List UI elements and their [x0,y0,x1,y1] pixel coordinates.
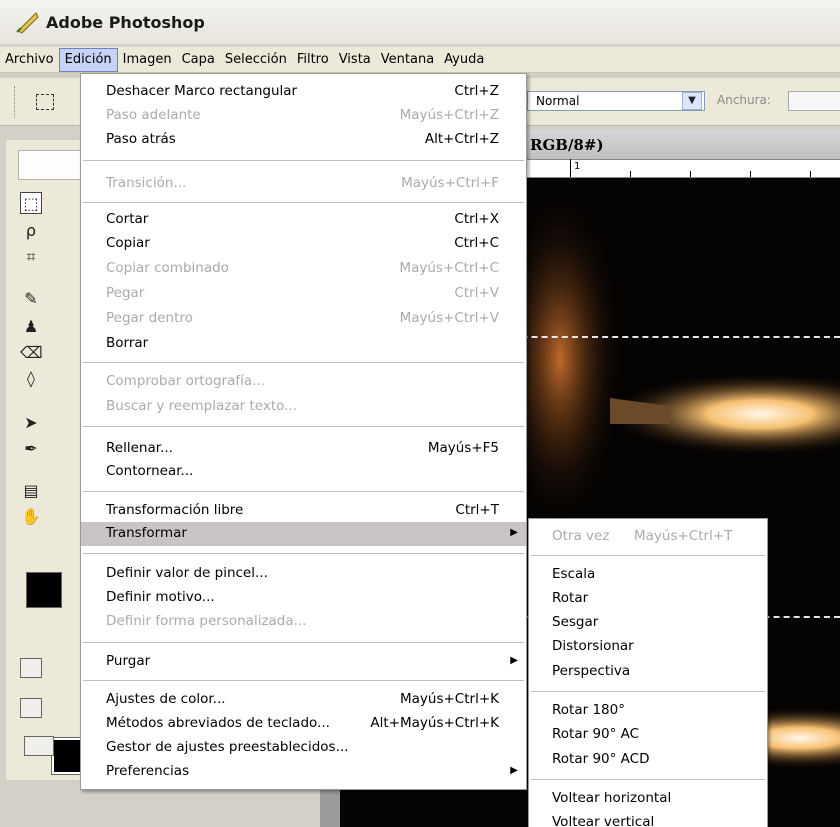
menu-bar: Archivo Edición Imagen Capa Selección Fi… [0,47,840,73]
submenu-arrow-icon: ▶ [510,527,518,538]
submenu-item-distort[interactable]: Distorsionar [529,635,767,659]
lasso-tool-icon[interactable]: ρ [20,220,42,242]
blur-tool-icon[interactable]: ◊ [20,368,42,390]
menu-item-find-replace[interactable]: Buscar y reemplazar texto... [81,395,526,419]
width-input[interactable] [788,91,840,111]
menu-ayuda[interactable]: Ayuda [439,48,489,72]
chevron-down-icon[interactable]: ▼ [682,92,702,110]
menu-item-purge[interactable]: Purgar ▶ [81,650,526,674]
title-bar: Adobe Photoshop [0,0,840,44]
screen-mode-icon[interactable] [20,698,42,718]
menu-vista[interactable]: Vista [334,48,376,72]
menu-item-fade[interactable]: Transición... Mayús+Ctrl+F [81,172,526,196]
menu-item-paste-into[interactable]: Pegar dentro Mayús+Ctrl+V [81,307,526,331]
hand-tool-icon[interactable]: ✋ [20,506,42,528]
standard-mode-icon[interactable] [20,658,42,678]
app-title: Adobe Photoshop [46,12,205,32]
menu-separator [83,642,524,644]
menu-item-color-settings[interactable]: Ajustes de color... Mayús+Ctrl+K [81,688,526,712]
menu-capa[interactable]: Capa [177,48,220,72]
options-bar-grip[interactable] [14,86,17,118]
menu-separator [83,160,524,162]
submenu-arrow-icon: ▶ [510,765,518,776]
submenu-arrow-icon: ▶ [510,655,518,666]
edit-menu-dropdown: Deshacer Marco rectangular Ctrl+Z Paso ad… [80,73,527,790]
menu-item-preset-manager[interactable]: Gestor de ajustes preestablecidos... [81,736,526,760]
submenu-item-flip-vertical[interactable]: Voltear vertical [529,811,767,827]
menu-item-clear[interactable]: Borrar [81,332,526,356]
submenu-item-skew[interactable]: Sesgar [529,611,767,635]
crop-tool-icon[interactable]: ⌗ [20,246,42,268]
path-selection-icon[interactable]: ➤ [20,412,42,434]
submenu-item-again[interactable]: Otra vez Mayús+Ctrl+T [529,525,767,549]
jump-to-imageready-icon[interactable] [24,736,54,756]
menu-item-undo[interactable]: Deshacer Marco rectangular Ctrl+Z [81,80,526,104]
menu-item-transform[interactable]: Transformar ▶ [81,522,526,546]
submenu-item-rotate-90-ccw[interactable]: Rotar 90° ACD [529,748,767,772]
menu-item-preferences[interactable]: Preferencias ▶ [81,760,526,784]
submenu-item-flip-horizontal[interactable]: Voltear horizontal [529,787,767,811]
marquee-tool-icon[interactable]: ⬚ [20,192,42,214]
menu-separator [83,362,524,364]
menu-separator [83,202,524,204]
menu-separator [531,779,765,781]
clone-stamp-icon[interactable]: ♟ [20,316,42,338]
menu-item-keyboard-shortcuts[interactable]: Métodos abreviados de teclado... Alt+Mayú… [81,712,526,736]
menu-separator [83,553,524,555]
style-select[interactable]: Normal [527,91,705,111]
menu-item-fill[interactable]: Rellenar... Mayús+F5 [81,437,526,461]
notes-tool-icon[interactable]: ▤ [20,480,42,502]
submenu-item-scale[interactable]: Escala [529,563,767,587]
rectangular-marquee-icon[interactable] [36,94,54,110]
menu-separator [83,680,524,682]
submenu-item-perspective[interactable]: Perspectiva [529,660,767,684]
menu-item-step-forward[interactable]: Paso adelante Mayús+Ctrl+Z [81,104,526,128]
menu-item-free-transform[interactable]: Transformación libre Ctrl+T [81,499,526,523]
healing-brush-icon[interactable]: ✎ [20,288,42,310]
menu-separator [83,426,524,428]
menu-item-define-custom-shape[interactable]: Definir forma personalizada... [81,610,526,634]
menu-item-define-brush[interactable]: Definir valor de pincel... [81,562,526,586]
menu-separator [531,691,765,693]
menu-item-cut[interactable]: Cortar Ctrl+X [81,208,526,232]
pen-tool-icon[interactable]: ✒ [20,438,42,460]
submenu-item-rotate[interactable]: Rotar [529,587,767,611]
menu-edicion[interactable]: Edición [58,47,118,72]
foreground-color-swatch[interactable] [26,572,62,608]
menu-item-check-spelling[interactable]: Comprobar ortografía... [81,370,526,394]
menu-archivo[interactable]: Archivo [0,48,59,72]
menu-seleccion[interactable]: Selección [220,48,292,72]
menu-item-copy-merged[interactable]: Copiar combinado Mayús+Ctrl+C [81,257,526,281]
ruler-label: 1 [574,161,581,172]
transform-submenu: Otra vez Mayús+Ctrl+T Escala Rotar Sesgar… [528,518,768,827]
menu-item-stroke[interactable]: Contornear... [81,460,526,484]
submenu-item-rotate-180[interactable]: Rotar 180° [529,699,767,723]
menu-item-paste[interactable]: Pegar Ctrl+V [81,282,526,306]
menu-item-step-backward[interactable]: Paso atrás Alt+Ctrl+Z [81,128,526,152]
menu-imagen[interactable]: Imagen [118,48,177,72]
menu-separator [531,555,765,557]
eraser-tool-icon[interactable]: ⌫ [20,342,43,364]
menu-separator [83,491,524,493]
menu-item-copy[interactable]: Copiar Ctrl+C [81,232,526,256]
submenu-item-rotate-90-cw[interactable]: Rotar 90° AC [529,723,767,747]
photoshop-feather-icon [16,12,39,34]
width-label: Anchura: [717,93,771,107]
menu-ventana[interactable]: Ventana [376,48,439,72]
menu-filtro[interactable]: Filtro [292,48,334,72]
menu-item-define-pattern[interactable]: Definir motivo... [81,586,526,610]
